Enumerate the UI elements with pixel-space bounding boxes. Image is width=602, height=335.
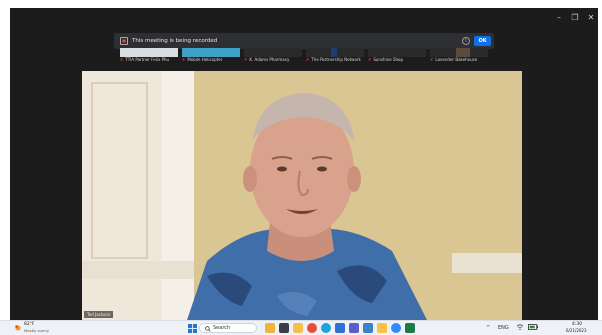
participant-tile[interactable]: ✗ Sunshine Shop bbox=[368, 48, 426, 66]
participant-label: ✗ Lavender Bakehouse bbox=[430, 56, 488, 64]
ok-button[interactable]: OK bbox=[474, 36, 491, 46]
recording-banner: This meeting is being recorded i OK bbox=[114, 33, 494, 49]
zoom-icon[interactable] bbox=[391, 323, 401, 333]
language-indicator[interactable]: ENG bbox=[498, 324, 509, 332]
speaker-name-tag: Ted Jackson bbox=[84, 311, 114, 318]
participant-name: Mobile Helicopter bbox=[187, 57, 223, 62]
mic-muted-icon: ✗ bbox=[120, 57, 124, 62]
participant-name: Lavender Bakehouse bbox=[435, 57, 478, 62]
battery-icon[interactable] bbox=[528, 324, 538, 330]
sun-icon bbox=[15, 325, 21, 331]
participant-label: ✗ K. Adams Pharmacy bbox=[244, 56, 302, 64]
participant-label: ✗ TTIA Partner Felix Phu bbox=[120, 56, 178, 64]
recording-notice-text: This meeting is being recorded bbox=[132, 38, 218, 44]
teams-icon[interactable] bbox=[349, 323, 359, 333]
widgets-icon[interactable] bbox=[265, 323, 275, 333]
participant-name: TTIA Partner Felix Phu bbox=[125, 57, 170, 62]
speaker-video[interactable]: Ted Jackson bbox=[82, 71, 522, 320]
info-icon[interactable]: i bbox=[462, 37, 470, 45]
participant-tile[interactable]: ✗ K. Adams Pharmacy bbox=[244, 48, 302, 66]
file-explorer-icon[interactable] bbox=[293, 323, 303, 333]
minimize-button[interactable]: – bbox=[552, 12, 566, 24]
taskbar-search-box[interactable]: Search bbox=[199, 323, 257, 333]
tray-overflow-chevron-icon[interactable]: ^ bbox=[486, 324, 490, 332]
windows-taskbar: 82°F Mostly sunny Search ^ ENG 4:30 6/21… bbox=[0, 320, 602, 335]
participant-tile[interactable]: ✗ The Partnership Network bbox=[306, 48, 364, 66]
weather-condition: Mostly sunny bbox=[24, 328, 50, 333]
task-view-icon[interactable] bbox=[279, 323, 289, 333]
record-icon bbox=[120, 37, 128, 45]
clock-date[interactable]: 6/21/2023 bbox=[566, 328, 587, 334]
folder-icon[interactable] bbox=[377, 323, 387, 333]
mic-muted-icon: ✗ bbox=[306, 57, 310, 62]
participant-label: ✗ Mobile Helicopter bbox=[182, 56, 240, 64]
mic-muted-icon: ✗ bbox=[244, 57, 248, 62]
maximize-button[interactable]: ❐ bbox=[568, 12, 582, 24]
zoom-meeting-window: – ❐ ✕ This meeting is being recorded i O… bbox=[10, 8, 598, 320]
participant-label: ✗ Sunshine Shop bbox=[368, 56, 426, 64]
participant-tile[interactable]: ✗ TTIA Partner Felix Phu bbox=[120, 48, 178, 66]
mail-icon[interactable] bbox=[335, 323, 345, 333]
excel-icon[interactable] bbox=[405, 323, 415, 333]
participant-name: Sunshine Shop bbox=[373, 57, 404, 62]
weather-widget[interactable]: 82°F Mostly sunny bbox=[14, 322, 54, 334]
participant-strip: ✗ TTIA Partner Felix Phu ✗ Mobile Helicopt… bbox=[120, 48, 490, 66]
desktop-screen: – ❐ ✕ This meeting is being recorded i O… bbox=[0, 0, 602, 335]
participant-label: ✗ The Partnership Network bbox=[306, 56, 364, 64]
participant-name: K. Adams Pharmacy bbox=[249, 57, 290, 62]
close-button[interactable]: ✕ bbox=[584, 12, 598, 24]
participant-tile[interactable]: ✗ Mobile Helicopter bbox=[182, 48, 240, 66]
edge-icon[interactable] bbox=[321, 323, 331, 333]
participant-tile[interactable]: ✗ Lavender Bakehouse bbox=[430, 48, 488, 66]
participant-name: The Partnership Network bbox=[311, 57, 361, 62]
windows-start-icon[interactable] bbox=[188, 324, 197, 333]
mic-muted-icon: ✗ bbox=[182, 57, 186, 62]
mic-muted-icon: ✗ bbox=[430, 57, 434, 62]
search-icon bbox=[205, 326, 211, 332]
mic-muted-icon: ✗ bbox=[368, 57, 372, 62]
store-icon[interactable] bbox=[363, 323, 373, 333]
search-label: Search bbox=[213, 325, 231, 331]
speaker-video-frame bbox=[82, 71, 522, 320]
wifi-icon[interactable] bbox=[516, 324, 524, 330]
chrome-icon[interactable] bbox=[307, 323, 317, 333]
